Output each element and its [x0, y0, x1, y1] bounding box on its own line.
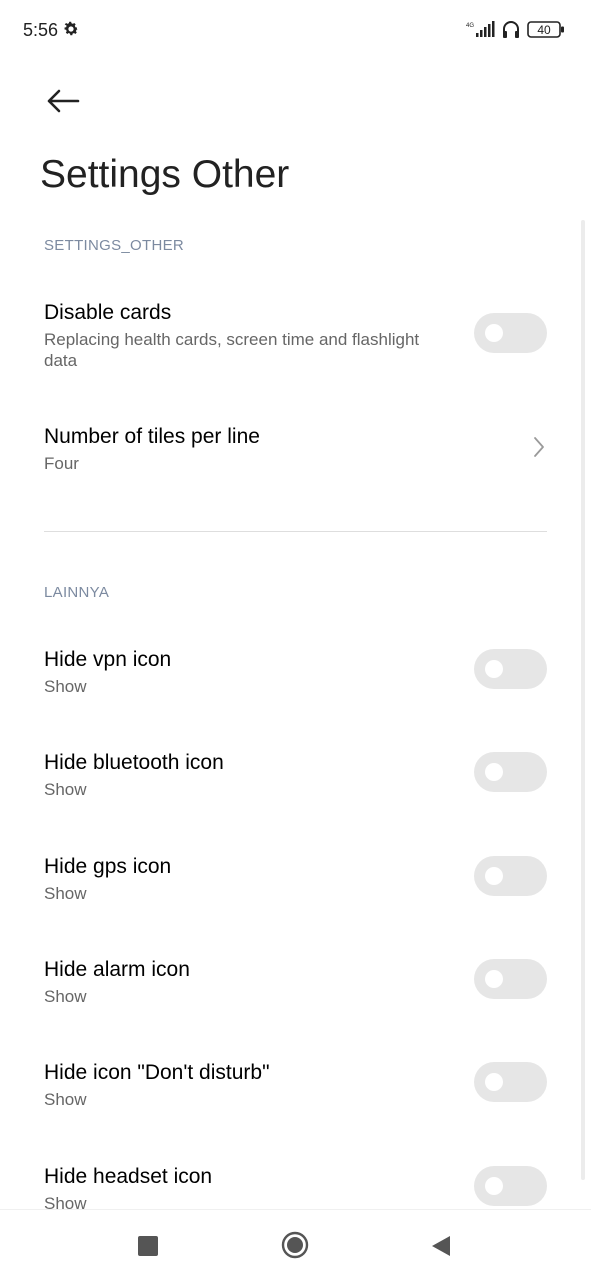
section-header-lainnya: LAINNYA	[44, 584, 110, 601]
section-divider	[44, 531, 547, 532]
back-arrow-icon[interactable]	[40, 82, 84, 122]
gear-icon	[64, 21, 79, 36]
toggle-hide-vpn-icon[interactable]	[474, 649, 547, 689]
setting-tiles-per-line[interactable]: Number of tiles per line Four	[0, 425, 591, 481]
setting-title: Hide headset icon	[44, 1165, 213, 1188]
toggle-hide-alarm-icon[interactable]	[474, 959, 547, 999]
status-bar: 5:56 4G 40	[0, 0, 591, 60]
status-time: 5:56	[23, 20, 59, 40]
setting-title: Disable cards	[44, 301, 172, 324]
setting-title: Number of tiles per line	[44, 425, 260, 448]
section-header-settings-other: SETTINGS_OTHER	[44, 237, 185, 254]
headset-icon	[503, 21, 519, 38]
toggle-knob	[485, 763, 503, 781]
setting-title: Hide gps icon	[44, 855, 172, 878]
setting-hide-alarm-icon[interactable]: Hide alarm icon Show	[0, 958, 591, 1014]
toggle-knob	[485, 970, 503, 988]
setting-summary: Show	[44, 1090, 87, 1109]
toggle-hide-bluetooth-icon[interactable]	[474, 752, 547, 792]
setting-summary: Show	[44, 677, 87, 696]
setting-title: Hide bluetooth icon	[44, 751, 224, 774]
toggle-knob	[485, 1177, 503, 1195]
setting-hide-vpn-icon[interactable]: Hide vpn icon Show	[0, 648, 591, 704]
toggle-hide-gps-icon[interactable]	[474, 856, 547, 896]
toggle-hide-headset-icon[interactable]	[474, 1166, 547, 1206]
setting-hide-headset-icon[interactable]: Hide headset icon Show	[0, 1165, 591, 1209]
back-triangle-icon[interactable]	[430, 1234, 452, 1258]
home-circle-icon[interactable]	[281, 1231, 309, 1259]
setting-summary: Show	[44, 780, 87, 799]
setting-title: Hide icon "Don't disturb"	[44, 1061, 270, 1084]
network-label: 4G	[466, 23, 474, 29]
toggle-knob	[485, 1073, 503, 1091]
signal-icon: 4G	[466, 21, 495, 37]
recents-square-icon[interactable]	[138, 1236, 158, 1256]
toggle-knob	[485, 660, 503, 678]
battery-icon: 40	[527, 21, 564, 38]
navigation-bar	[0, 1209, 591, 1281]
setting-summary: Replacing health cards, screen time and …	[44, 330, 420, 370]
setting-title: Hide alarm icon	[44, 958, 190, 981]
chevron-right-icon	[534, 437, 544, 457]
toggle-knob	[485, 867, 503, 885]
setting-hide-dont-disturb-icon[interactable]: Hide icon "Don't disturb" Show	[0, 1061, 591, 1117]
setting-disable-cards[interactable]: Disable cards Replacing health cards, sc…	[0, 301, 591, 381]
page-title: Settings Other	[40, 153, 290, 196]
setting-summary: Show	[44, 1194, 87, 1209]
toggle-hide-dont-disturb-icon[interactable]	[474, 1062, 547, 1102]
setting-title: Hide vpn icon	[44, 648, 172, 671]
setting-hide-bluetooth-icon[interactable]: Hide bluetooth icon Show	[0, 751, 591, 807]
toggle-knob	[485, 324, 503, 342]
battery-level: 40	[537, 23, 551, 37]
setting-summary: Show	[44, 987, 87, 1006]
toggle-disable-cards[interactable]	[474, 313, 547, 353]
setting-hide-gps-icon[interactable]: Hide gps icon Show	[0, 855, 591, 911]
setting-summary: Show	[44, 884, 87, 903]
setting-summary: Four	[44, 454, 79, 473]
